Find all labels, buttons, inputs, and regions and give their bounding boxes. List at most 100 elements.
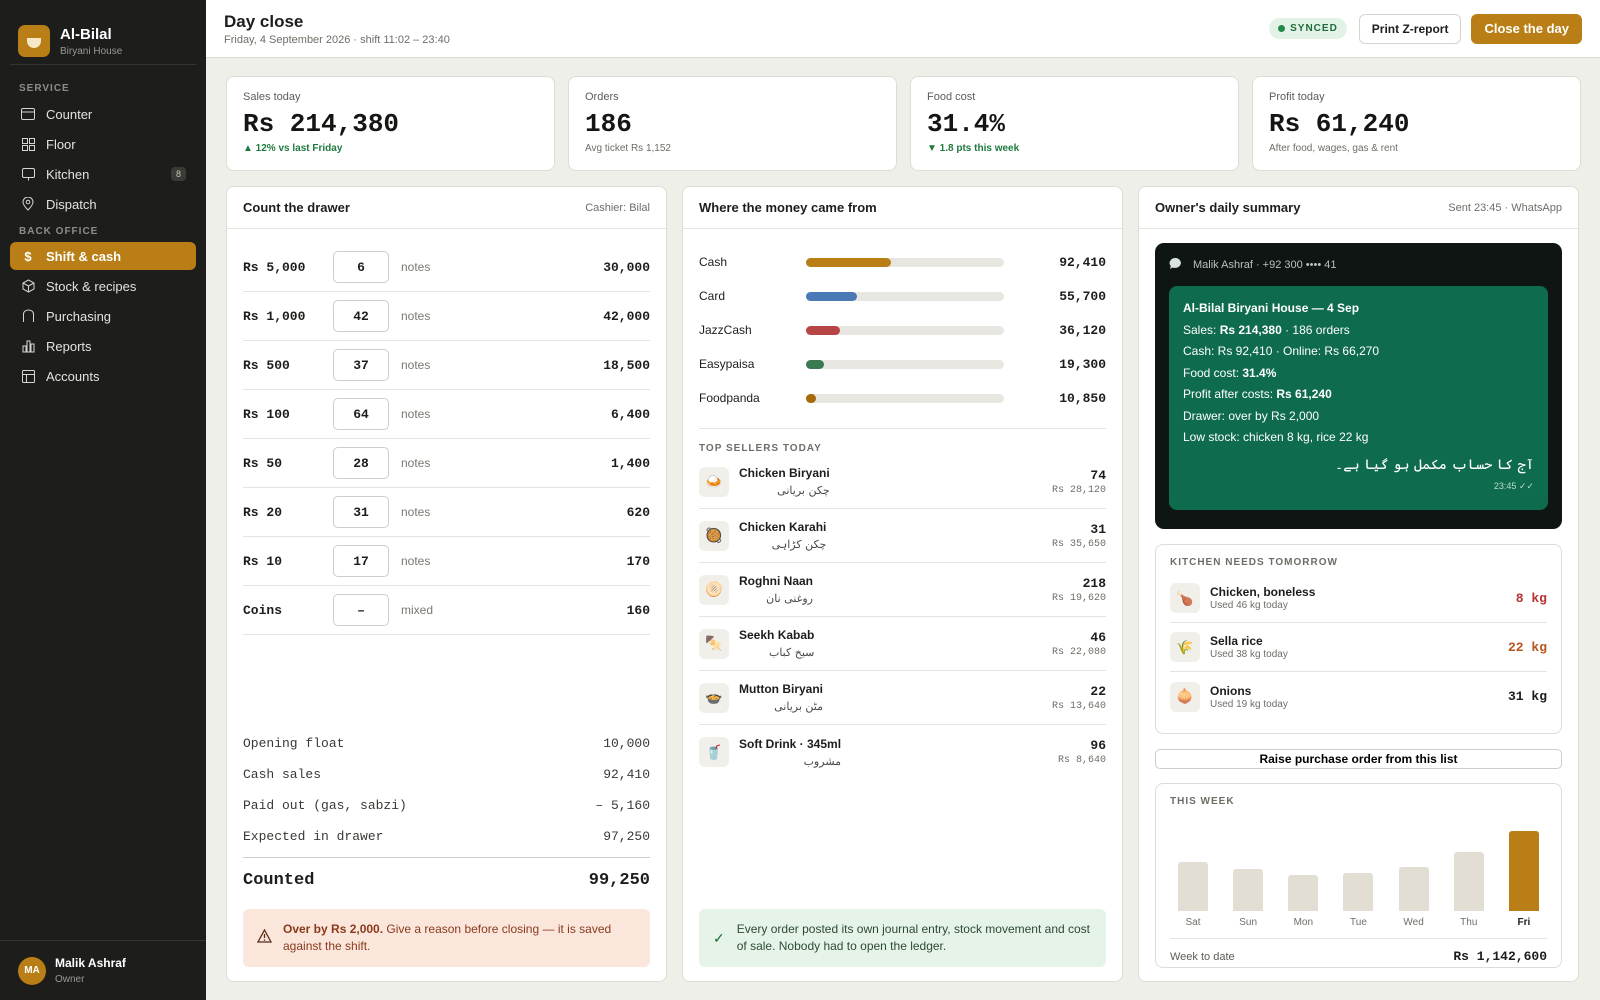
sidebar-item-label: Stock & recipes: [46, 278, 137, 294]
seller-quantity: 74: [1090, 467, 1106, 483]
payment-method-amount: 36,120: [1059, 322, 1106, 338]
sidebar-item-purchasing[interactable]: Purchasing: [10, 302, 196, 330]
week-bar-thu: [1453, 852, 1484, 911]
sidebar-item-kitchen[interactable]: Kitchen 8: [10, 160, 196, 188]
denomination-count-input[interactable]: 64: [333, 398, 389, 430]
recipient: Malik Ashraf · +92 300 •••• 41: [1193, 259, 1337, 271]
weekday-labels: Sat Sun Mon Tue Wed Thu Fri: [1170, 917, 1547, 928]
payment-method-row: Foodpanda 10,850: [699, 381, 1106, 415]
need-item-usage: Used 19 kg today: [1210, 698, 1288, 710]
sidebar-divider: [10, 64, 196, 65]
seller-urdu-name: سیخ کباب: [768, 646, 815, 659]
monitor-icon: [20, 166, 36, 182]
denomination-count-input[interactable]: 6: [333, 251, 389, 283]
seller-quantity: 22: [1090, 683, 1106, 699]
check-icon: ✓: [713, 929, 725, 946]
kpi-card-profit: Profit today Rs 61,240 After food, wages…: [1252, 76, 1581, 171]
denomination-row: Rs 500 37 notes 18,500: [243, 341, 650, 390]
sidebar-item-counter[interactable]: Counter: [10, 100, 196, 128]
weekday-label: Thu: [1460, 917, 1478, 928]
denomination-count-input[interactable]: 17: [333, 545, 389, 577]
sidebar-item-shift-cash[interactable]: $ Shift & cash: [10, 242, 196, 270]
karahi-icon: 🥘: [699, 520, 729, 551]
denomination-amount: 30,000: [603, 259, 650, 275]
sidebar-item-reports[interactable]: Reports: [10, 332, 196, 360]
chicken-icon: 🍗: [1170, 583, 1200, 613]
seller-quantity: 218: [1082, 575, 1106, 591]
need-item-quantity: 22 kg: [1507, 639, 1547, 655]
seller-quantity: 96: [1090, 738, 1106, 753]
recon-row: Opening float 10,000: [243, 736, 650, 751]
kpi-label: Sales today: [243, 91, 301, 103]
denomination-count-input[interactable]: 28: [333, 447, 389, 479]
week-bar-sat: [1178, 862, 1208, 911]
week-bar-wed: [1398, 867, 1429, 911]
raise-purchase-order-button[interactable]: Raise purchase order from this list: [1155, 749, 1562, 769]
onion-icon: 🧅: [1170, 681, 1200, 712]
seller-urdu-name: مٹن بریانی: [774, 700, 823, 713]
money-panel: Where the money came from Cash 92,410 Card…: [682, 186, 1123, 982]
seller-urdu-name: مشروب: [803, 754, 842, 768]
week-to-date-value: Rs 1,142,600: [1453, 949, 1547, 964]
denomination-unit: notes: [401, 456, 431, 470]
ledger-note: ✓ Every order posted its own journal ent…: [699, 909, 1106, 967]
kpi-value: 31.4%: [927, 109, 1006, 139]
grid-icon: [20, 136, 36, 152]
seller-urdu-name: چکن بریانی: [777, 484, 830, 497]
top-sellers-heading: TOP SELLERS TODAY: [699, 443, 822, 454]
counted-total: Counted 99,250: [243, 857, 650, 903]
seller-name: Soft Drink · 345ml: [739, 736, 842, 751]
denomination-label: Coins: [243, 602, 283, 618]
sidebar-item-dispatch[interactable]: Dispatch: [10, 190, 196, 218]
sidebar-item-stock-recipes[interactable]: Stock & recipes: [10, 272, 196, 300]
denomination-amount: 42,000: [603, 308, 650, 324]
denomination-label: Rs 50: [243, 455, 283, 471]
denomination-count-input[interactable]: 37: [333, 349, 389, 381]
weekly-sales-chart: [1170, 819, 1547, 911]
seller-quantity: 31: [1090, 521, 1106, 537]
weekday-label: Tue: [1350, 917, 1367, 928]
payment-method-name: JazzCash: [699, 323, 752, 337]
payment-method-amount: 55,700: [1059, 288, 1106, 304]
message-time: 23:45 ✓✓: [1493, 481, 1534, 491]
sidebar-item-label: Counter: [46, 106, 93, 122]
need-item-name: Sella rice: [1210, 634, 1263, 648]
payment-share-fill: [806, 393, 816, 403]
weekday-label: Fri: [1517, 917, 1531, 928]
kitchen-needs-heading: KITCHEN NEEDS TOMORROW: [1170, 557, 1338, 568]
kpi-card-orders: Orders 186 Avg ticket Rs 1,152: [568, 76, 897, 171]
print-z-report-button[interactable]: Print Z-report: [1358, 13, 1462, 44]
denomination-unit: notes: [401, 309, 431, 323]
money-title: Where the money came from: [699, 200, 877, 215]
section-divider: [699, 428, 1106, 429]
kitchen-count-badge: 8: [170, 167, 186, 181]
payment-method-name: Cash: [699, 255, 728, 269]
top-sellers-list: 🍛 Chicken Biryani چکن بریانی 74 Rs 28,120 🥘 Ch…: [699, 455, 1106, 779]
seller-revenue: Rs 8,640: [1057, 755, 1106, 766]
payment-share-fill: [806, 325, 840, 335]
user-profile[interactable]: MA Malik Ashraf Owner: [0, 940, 206, 1000]
message-food-line: Food cost: 31.4%: [1183, 365, 1277, 380]
bar-chart-icon: [20, 338, 36, 354]
sidebar-item-label: Kitchen: [46, 166, 90, 182]
weekday-label: Sat: [1185, 917, 1201, 928]
denomination-label: Rs 10: [243, 553, 283, 569]
sidebar-item-floor[interactable]: Floor: [10, 130, 196, 158]
denomination-row: Rs 1,000 42 notes 42,000: [243, 292, 650, 341]
kpi-value: Rs 214,380: [243, 109, 400, 139]
user-name: Malik Ashraf: [55, 956, 126, 970]
weekday-label: Sun: [1239, 917, 1258, 928]
weekday-label: Mon: [1293, 917, 1314, 928]
denomination-count-input[interactable]: 42: [333, 300, 389, 332]
top-seller-row: 🍢 Seekh Kabab سیخ کباب 46 Rs 22,080: [699, 617, 1106, 671]
sidebar-item-accounts[interactable]: Accounts: [10, 362, 196, 390]
close-day-button[interactable]: Close the day: [1471, 13, 1582, 44]
denomination-count-input[interactable]: –: [333, 594, 389, 626]
denomination-count-input[interactable]: 31: [333, 496, 389, 528]
payment-method-row: Card 55,700: [699, 279, 1106, 313]
payment-method-name: Easypaisa: [699, 357, 755, 371]
kpi-value: 186: [585, 109, 632, 139]
denomination-unit: notes: [401, 260, 431, 274]
denomination-row: Rs 50 28 notes 1,400: [243, 439, 650, 488]
ledger-icon: [20, 368, 36, 384]
